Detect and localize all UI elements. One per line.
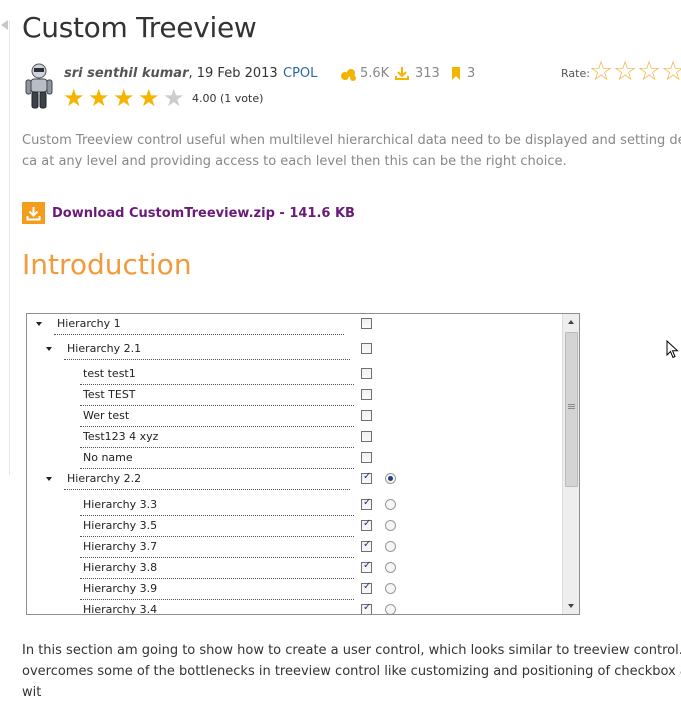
node-checkbox[interactable] xyxy=(361,602,372,614)
tree-node-label: No name xyxy=(83,451,133,464)
rate-stars: ☆☆☆☆☆ xyxy=(589,58,681,86)
author-avatar[interactable] xyxy=(22,62,56,110)
node-radio[interactable] xyxy=(385,562,396,573)
tree-node[interactable]: Hierarchy 3.3 xyxy=(27,495,567,516)
node-checkbox[interactable] xyxy=(361,539,372,552)
tree-node[interactable]: Hierarchy 2.1 xyxy=(27,339,567,360)
rating-score: 4.00 (1 vote) xyxy=(192,92,264,105)
tree-node[interactable]: Hierarchy 3.8 xyxy=(27,558,567,579)
author-name[interactable]: sri senthil kumar xyxy=(64,66,188,81)
collapse-arrow-icon[interactable] xyxy=(1,20,8,30)
intro-paragraph: In this section am going to show how to … xyxy=(22,643,681,700)
tree-node-label: Hierarchy 3.8 xyxy=(83,561,158,574)
tree-node-label: Wer test xyxy=(83,409,130,422)
tree-node[interactable]: Test TEST xyxy=(27,385,567,406)
rating-star-icon: ★ xyxy=(138,84,160,112)
rate-star-icon[interactable]: ☆ xyxy=(589,58,613,86)
rate-star-icon[interactable]: ☆ xyxy=(661,58,681,86)
node-separator xyxy=(64,489,350,490)
rating-star-icon: ★ xyxy=(88,84,110,112)
rating-star-icon: ★ xyxy=(113,84,135,112)
views-icon xyxy=(341,69,356,81)
bookmark-icon xyxy=(452,67,460,80)
node-checkbox[interactable] xyxy=(361,581,372,594)
vertical-scrollbar[interactable] xyxy=(562,314,579,614)
tree-node[interactable]: Hierarchy 3.7 xyxy=(27,537,567,558)
tree-node[interactable]: test test1 xyxy=(27,364,567,385)
tree-node-label: Hierarchy 3.7 xyxy=(83,540,158,553)
rating-star-icon: ★ xyxy=(63,84,85,112)
node-separator xyxy=(64,359,350,360)
license-link[interactable]: CPOL xyxy=(283,66,317,81)
article-rating-stars: ★ ★ ★ ★ ★ xyxy=(63,86,188,110)
scroll-up-icon[interactable] xyxy=(563,314,579,330)
article-description: Custom Treeview control useful when mult… xyxy=(22,133,681,169)
node-radio[interactable] xyxy=(385,473,396,484)
download-label: Download CustomTreeview.zip - 141.6 KB xyxy=(52,205,355,221)
expand-arrow-icon[interactable] xyxy=(46,347,52,351)
downloads-icon xyxy=(395,67,409,80)
node-checkbox[interactable] xyxy=(361,471,372,484)
author-line: sri senthil kumar, 19 Feb 2013 xyxy=(64,66,278,81)
node-checkbox[interactable] xyxy=(361,452,372,463)
tree-node[interactable]: Wer test xyxy=(27,406,567,427)
tree-node-label: Hierarchy 2.2 xyxy=(67,472,142,485)
node-checkbox[interactable] xyxy=(361,318,372,329)
node-checkbox[interactable] xyxy=(361,368,372,379)
article-title: Custom Treeview xyxy=(22,11,257,44)
views-count: 5.6K xyxy=(360,66,390,81)
tree-node[interactable]: Hierarchy 3.5 xyxy=(27,516,567,537)
left-divider xyxy=(9,20,10,475)
tree-node-label: test test1 xyxy=(83,367,136,380)
node-checkbox[interactable] xyxy=(361,518,372,531)
tree-node-label: Hierarchy 3.3 xyxy=(83,498,158,511)
node-radio[interactable] xyxy=(385,604,396,614)
node-separator xyxy=(54,334,344,335)
rating-star-icon: ★ xyxy=(163,84,185,112)
node-checkbox[interactable] xyxy=(361,497,372,510)
tree-node[interactable]: Test123 4 xyz xyxy=(27,427,567,448)
scroll-down-icon[interactable] xyxy=(563,598,579,614)
tree-node-label: Hierarchy 2.1 xyxy=(67,342,142,355)
tree-node[interactable]: Hierarchy 3.9 xyxy=(27,579,567,600)
node-radio[interactable] xyxy=(385,583,396,594)
rate-star-icon[interactable]: ☆ xyxy=(613,58,637,86)
node-checkbox[interactable] xyxy=(361,560,372,573)
tree-node[interactable]: Hierarchy 1 xyxy=(27,314,567,335)
tree-node[interactable]: No name xyxy=(27,448,567,469)
expand-arrow-icon[interactable] xyxy=(36,322,42,326)
scroll-thumb[interactable] xyxy=(565,332,578,487)
node-radio[interactable] xyxy=(385,541,396,552)
tree-node-label: Hierarchy 1 xyxy=(57,317,121,330)
treeview-screenshot: Hierarchy 1 Hierarchy 2.1 test test1 Test T… xyxy=(26,313,580,615)
tree-node[interactable]: Hierarchy 2.2 xyxy=(27,469,567,490)
bookmarks-count: 3 xyxy=(467,66,476,81)
node-checkbox[interactable] xyxy=(361,431,372,442)
rate-star-icon[interactable]: ☆ xyxy=(637,58,661,86)
section-heading: Introduction xyxy=(22,248,192,281)
expand-arrow-icon[interactable] xyxy=(46,477,52,481)
tree-node-label: Hierarchy 3.9 xyxy=(83,582,158,595)
node-radio[interactable] xyxy=(385,520,396,531)
tree-node-label: Test123 4 xyz xyxy=(83,430,159,443)
tree-node-label: Hierarchy 3.5 xyxy=(83,519,158,532)
download-icon xyxy=(22,202,45,224)
rate-label: Rate: xyxy=(561,67,590,80)
tree-node-label: Test TEST xyxy=(83,388,136,401)
node-checkbox[interactable] xyxy=(361,389,372,400)
node-checkbox[interactable] xyxy=(361,343,372,354)
downloads-count: 313 xyxy=(415,66,440,81)
node-radio[interactable] xyxy=(385,499,396,510)
download-link[interactable]: Download CustomTreeview.zip - 141.6 KB xyxy=(22,202,355,224)
tree-node-label: Hierarchy 3.4 xyxy=(83,603,158,615)
node-checkbox[interactable] xyxy=(361,410,372,421)
post-date: , 19 Feb 2013 xyxy=(188,66,278,81)
mouse-cursor-icon xyxy=(666,340,679,359)
tree-node[interactable]: Hierarchy 3.4 xyxy=(27,600,567,615)
